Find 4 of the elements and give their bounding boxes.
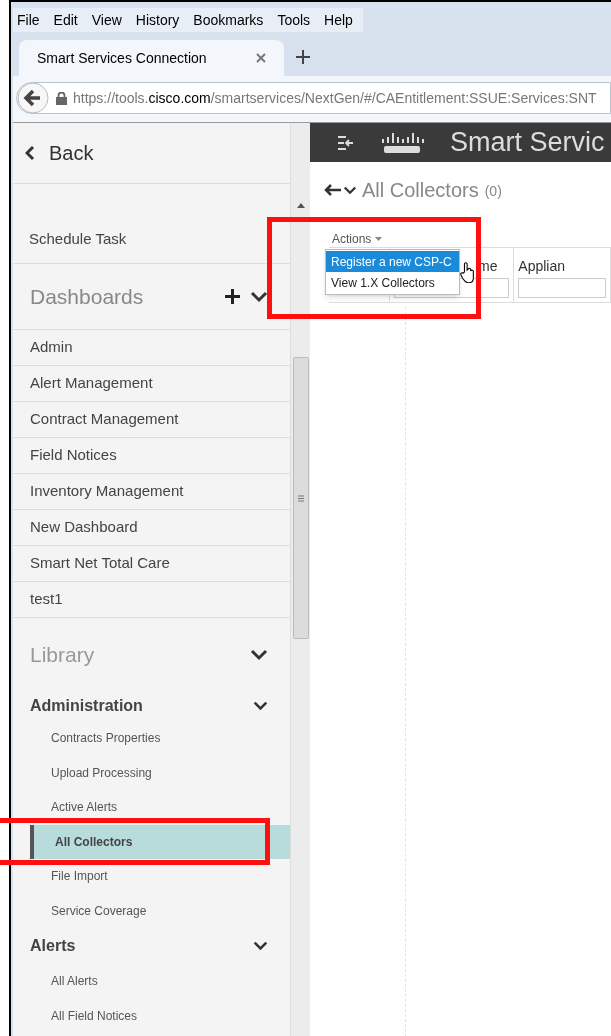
page-title: All Collectors <box>362 178 479 203</box>
url-text: https://tools.cisco.com/smartservices/NextGen/#/CAEntitlement:SSUE:Services:SNT <box>73 88 597 108</box>
app-title: Smart Servic <box>450 126 605 160</box>
item-count: (0) <box>484 181 502 201</box>
